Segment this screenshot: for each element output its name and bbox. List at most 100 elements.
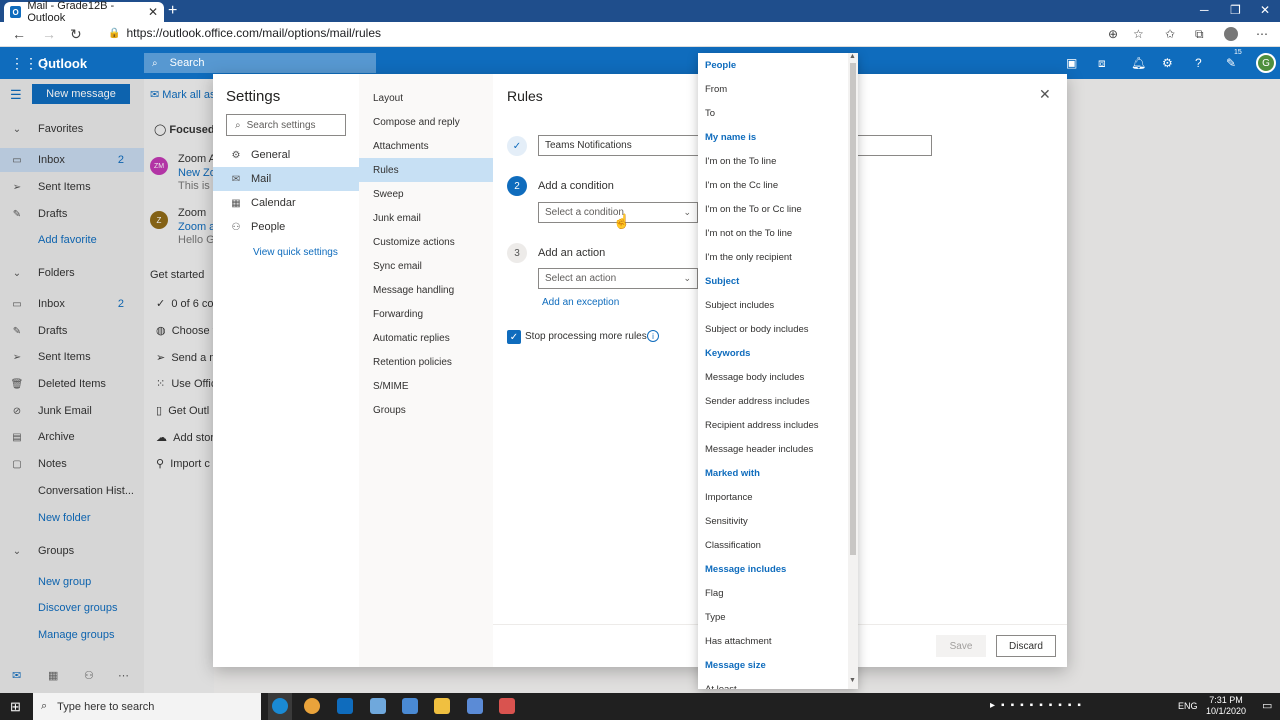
mail-search-input[interactable]: ⌕ Search bbox=[144, 53, 376, 73]
close-window-icon[interactable]: ✕ bbox=[1260, 3, 1270, 17]
system-tray-icons[interactable]: ▸▪▪▪▪▪▪▪▪▪ bbox=[990, 700, 1087, 711]
dropdown-option[interactable]: Subject or body includes bbox=[705, 324, 809, 335]
search-icon: ⌕ bbox=[152, 57, 158, 69]
settings-category-people[interactable]: ⚇ People bbox=[213, 215, 359, 239]
action-select[interactable]: Select an action ⌄ bbox=[538, 268, 698, 289]
more-icon[interactable]: ⋯ bbox=[1256, 27, 1268, 41]
section-rules[interactable]: Rules bbox=[359, 158, 493, 182]
chrome-icon[interactable] bbox=[304, 698, 320, 714]
dropdown-option[interactable]: Recipient address includes bbox=[705, 420, 819, 431]
dropdown-option[interactable]: I'm on the To line bbox=[705, 156, 776, 167]
windows-start-icon[interactable]: ⊞ bbox=[10, 699, 21, 715]
dropdown-group-header: Message size bbox=[705, 660, 766, 671]
section-compose-reply[interactable]: Compose and reply bbox=[359, 110, 493, 134]
outlook-icon[interactable] bbox=[337, 698, 353, 714]
settings-categories: Settings ⌕ Search settings ⚙ General ✉ Mai… bbox=[213, 74, 359, 667]
dropdown-option[interactable]: I'm the only recipient bbox=[705, 252, 792, 263]
save-button[interactable]: Save bbox=[936, 635, 986, 657]
taskbar-search-input[interactable]: ⌕ Type here to search bbox=[33, 693, 261, 720]
people-icon: ⚇ bbox=[231, 221, 241, 233]
favorite-star-icon[interactable]: ☆ bbox=[1133, 27, 1144, 41]
scroll-down-icon[interactable]: ▼ bbox=[849, 677, 856, 684]
dropdown-option[interactable]: Has attachment bbox=[705, 636, 772, 647]
edge-icon[interactable] bbox=[272, 698, 288, 714]
close-icon[interactable]: ✕ bbox=[1039, 86, 1051, 103]
app-icon[interactable] bbox=[370, 698, 386, 714]
notifications-icon[interactable]: ▭ bbox=[1262, 699, 1272, 712]
dropdown-option[interactable]: Message header includes bbox=[705, 444, 813, 455]
stop-processing-checkbox[interactable]: ✓ bbox=[507, 330, 521, 344]
clock[interactable]: 7:31 PM 10/1/2020 bbox=[1206, 695, 1246, 717]
url-field[interactable]: 🔒 https://outlook.office.com/mail/option… bbox=[108, 26, 381, 40]
close-tab-icon[interactable]: ✕ bbox=[148, 5, 158, 19]
settings-category-general[interactable]: ⚙ General bbox=[213, 143, 359, 167]
section-automatic-replies[interactable]: Automatic replies bbox=[359, 326, 493, 350]
category-label: General bbox=[251, 149, 291, 161]
butterfly-app-icon[interactable] bbox=[467, 698, 483, 714]
search-icon: ⌕ bbox=[235, 119, 241, 131]
dropdown-option[interactable]: Subject includes bbox=[705, 300, 774, 311]
dropdown-option[interactable]: Flag bbox=[705, 588, 723, 599]
user-avatar[interactable]: G bbox=[1256, 53, 1276, 73]
collections-icon[interactable]: ⧉ bbox=[1195, 27, 1204, 42]
dropdown-option[interactable]: At least bbox=[705, 684, 737, 689]
scrollbar-thumb[interactable] bbox=[850, 63, 856, 555]
dropdown-option[interactable]: From bbox=[705, 84, 727, 95]
back-icon[interactable]: ← bbox=[12, 26, 26, 42]
discard-button[interactable]: Discard bbox=[996, 635, 1056, 657]
profile-icon[interactable] bbox=[1224, 27, 1238, 44]
section-attachments[interactable]: Attachments bbox=[359, 134, 493, 158]
scroll-up-icon[interactable]: ▲ bbox=[849, 53, 856, 60]
dropdown-option[interactable]: To bbox=[705, 108, 715, 119]
step-number-2: 2 bbox=[507, 176, 527, 196]
section-customize-actions[interactable]: Customize actions bbox=[359, 230, 493, 254]
dropdown-option[interactable]: Message body includes bbox=[705, 372, 804, 383]
gear-icon[interactable]: ⚙ bbox=[1162, 56, 1173, 70]
dropdown-option[interactable]: I'm on the Cc line bbox=[705, 180, 778, 191]
calculator-icon[interactable] bbox=[402, 698, 418, 714]
minimize-icon[interactable]: ─ bbox=[1200, 3, 1209, 17]
info-icon[interactable]: i bbox=[647, 330, 659, 342]
whats-new-icon[interactable]: ✎ bbox=[1226, 56, 1236, 70]
dropdown-option[interactable]: Classification bbox=[705, 540, 761, 551]
skype-icon[interactable]: ⧈ bbox=[1098, 56, 1106, 71]
help-icon[interactable]: ? bbox=[1195, 56, 1202, 70]
restore-icon[interactable]: ❐ bbox=[1230, 3, 1241, 17]
hand-cursor-icon: ☝ bbox=[613, 213, 631, 229]
teams-icon[interactable]: ▣ bbox=[1066, 56, 1077, 70]
bell-icon[interactable]: 🔔︎ bbox=[1131, 56, 1146, 70]
step-number-3: 3 bbox=[507, 243, 527, 263]
add-exception-link[interactable]: Add an exception bbox=[542, 297, 619, 308]
language-indicator[interactable]: ENG bbox=[1178, 701, 1198, 711]
favorites-icon[interactable]: ✩ bbox=[1165, 27, 1175, 41]
dropdown-option[interactable]: Importance bbox=[705, 492, 753, 503]
new-tab-button[interactable]: + bbox=[168, 2, 177, 20]
section-sweep[interactable]: Sweep bbox=[359, 182, 493, 206]
dropdown-option[interactable]: Sender address includes bbox=[705, 396, 810, 407]
add-site-icon[interactable]: ⊕ bbox=[1108, 27, 1118, 41]
dropdown-option[interactable]: I'm on the To or Cc line bbox=[705, 204, 802, 215]
settings-category-calendar[interactable]: ▦ Calendar bbox=[213, 191, 359, 215]
section-sync-email[interactable]: Sync email bbox=[359, 254, 493, 278]
section-forwarding[interactable]: Forwarding bbox=[359, 302, 493, 326]
forward-icon[interactable]: → bbox=[42, 26, 56, 42]
section-junk-email[interactable]: Junk email bbox=[359, 206, 493, 230]
store-icon[interactable] bbox=[434, 698, 450, 714]
dropdown-scrollbar[interactable]: ▲ ▼ bbox=[848, 53, 858, 689]
settings-search-placeholder: Search settings bbox=[246, 119, 316, 131]
dropdown-option[interactable]: Type bbox=[705, 612, 726, 623]
outlook-brand[interactable]: Outlook bbox=[38, 56, 87, 71]
settings-category-mail[interactable]: ✉ Mail bbox=[213, 167, 359, 191]
browser-tab[interactable]: O Mail - Grade12B - Outlook ✕ bbox=[4, 0, 164, 24]
dropdown-option[interactable]: Sensitivity bbox=[705, 516, 748, 527]
section-groups[interactable]: Groups bbox=[359, 398, 493, 422]
section-layout[interactable]: Layout bbox=[359, 86, 493, 110]
view-quick-settings-link[interactable]: View quick settings bbox=[253, 247, 338, 258]
settings-search-input[interactable]: ⌕ Search settings bbox=[226, 114, 346, 136]
dropdown-option[interactable]: I'm not on the To line bbox=[705, 228, 792, 239]
refresh-icon[interactable]: ↻ bbox=[70, 26, 82, 43]
section-message-handling[interactable]: Message handling bbox=[359, 278, 493, 302]
snip-app-icon[interactable] bbox=[499, 698, 515, 714]
section-smime[interactable]: S/MIME bbox=[359, 374, 493, 398]
section-retention-policies[interactable]: Retention policies bbox=[359, 350, 493, 374]
